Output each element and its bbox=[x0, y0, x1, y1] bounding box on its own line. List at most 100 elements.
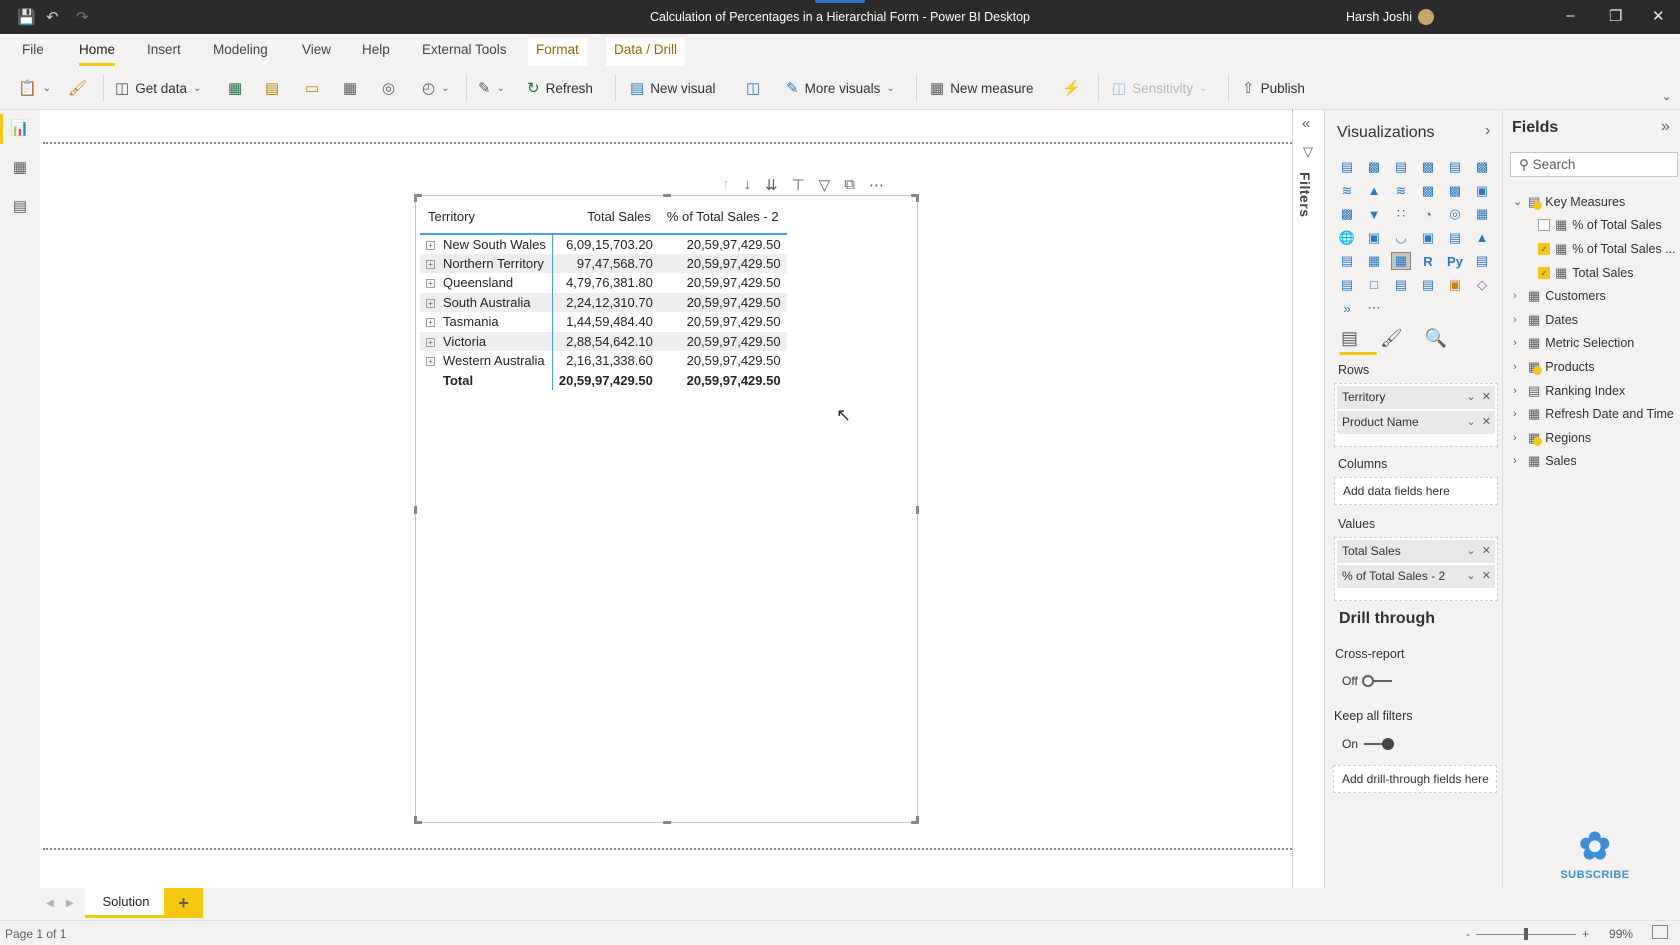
close-icon[interactable]: ✕ bbox=[1652, 7, 1665, 25]
cross-report-toggle[interactable]: Off bbox=[1342, 674, 1392, 688]
chevron-right-icon[interactable]: › bbox=[1513, 361, 1523, 373]
table-item[interactable]: › ▦ Dates bbox=[1513, 308, 1676, 332]
chevron-right-icon[interactable]: › bbox=[1513, 455, 1523, 467]
expand-hierarchy-icon[interactable]: ⊤ bbox=[792, 176, 805, 194]
field-checkbox[interactable]: ✓ bbox=[1538, 266, 1550, 279]
refresh-button[interactable]: ↻ Refresh bbox=[527, 77, 593, 99]
clustered-bar-chart-icon[interactable]: ▤ bbox=[1391, 158, 1411, 176]
ribbon-chart-icon[interactable]: ▣ bbox=[1472, 182, 1492, 200]
expand-icon[interactable]: + bbox=[426, 240, 435, 250]
power-automate-icon[interactable]: ◇ bbox=[1472, 276, 1492, 294]
page-tab-solution[interactable]: Solution bbox=[85, 888, 167, 918]
restore-icon[interactable]: ❐ bbox=[1609, 7, 1622, 25]
table-item[interactable]: › ▦ Sales bbox=[1513, 450, 1676, 474]
table-item[interactable]: › ▦ Metric Selection bbox=[1513, 332, 1676, 356]
report-view-icon[interactable]: 📊 bbox=[10, 119, 30, 139]
chevron-down-icon[interactable]: ⌄ bbox=[1466, 570, 1475, 582]
power-apps-icon[interactable]: ▣ bbox=[1445, 276, 1465, 294]
100-stacked-column-chart-icon[interactable]: ▩ bbox=[1472, 158, 1492, 176]
filters-pane[interactable]: « ▽ Filters bbox=[1292, 110, 1324, 888]
expand-icon[interactable]: + bbox=[426, 298, 435, 308]
column-header-territory[interactable]: Territory bbox=[420, 200, 553, 235]
values-well[interactable]: Total Sales ⌄ ✕ % of Total Sales - 2 ⌄ ✕ bbox=[1334, 537, 1498, 601]
qa-icon[interactable]: □ bbox=[1364, 276, 1384, 294]
table-item[interactable]: › ▦ Customers bbox=[1513, 284, 1676, 308]
more-visuals-button[interactable]: ✎ More visuals ⌄ bbox=[786, 77, 895, 99]
area-chart-icon[interactable]: ▲ bbox=[1364, 182, 1384, 200]
menu-format[interactable]: Format bbox=[528, 38, 587, 66]
new-visual-button[interactable]: ▤ New visual bbox=[630, 77, 715, 99]
menu-help[interactable]: Help bbox=[362, 42, 390, 57]
stacked-area-chart-icon[interactable]: ≋ bbox=[1391, 182, 1411, 200]
column-header-pct-total-sales[interactable]: % of Total Sales - 2 bbox=[658, 200, 787, 235]
drill-through-well[interactable]: Add drill-through fields here bbox=[1333, 765, 1497, 793]
collapse-visualizations-icon[interactable]: › bbox=[1485, 122, 1490, 140]
drill-up-icon[interactable]: ↑ bbox=[722, 176, 730, 194]
table-key-measures[interactable]: ⌄ ▤Key Measures bbox=[1513, 190, 1676, 214]
card-icon[interactable]: ▣ bbox=[1418, 229, 1438, 247]
expand-icon[interactable]: + bbox=[426, 337, 435, 347]
table-item[interactable]: › ▦Regions bbox=[1513, 426, 1676, 450]
chevron-right-icon[interactable]: › bbox=[1513, 337, 1523, 349]
resize-handle[interactable] bbox=[916, 506, 919, 514]
remove-icon[interactable]: ✕ bbox=[1482, 391, 1491, 403]
menu-modeling[interactable]: Modeling bbox=[213, 42, 268, 57]
data-view-icon[interactable]: ▦ bbox=[10, 158, 30, 178]
publish-button[interactable]: ⇧ Publish bbox=[1242, 77, 1305, 99]
values-field[interactable]: % of Total Sales - 2 ⌄ ✕ bbox=[1337, 565, 1495, 588]
rows-field[interactable]: Product Name ⌄ ✕ bbox=[1337, 411, 1495, 434]
funnel-icon[interactable]: ▼ bbox=[1364, 205, 1384, 223]
resize-handle[interactable] bbox=[414, 506, 417, 514]
expand-icon[interactable]: + bbox=[426, 259, 435, 269]
menu-external-tools[interactable]: External Tools bbox=[422, 42, 507, 57]
donut-chart-icon[interactable]: ◎ bbox=[1445, 205, 1465, 223]
measure-item[interactable]: ▦ % of Total Sales bbox=[1513, 214, 1676, 238]
collapse-fields-icon[interactable]: » bbox=[1661, 118, 1670, 136]
expand-icon[interactable]: + bbox=[426, 357, 435, 367]
collapse-filters-icon[interactable]: « bbox=[1302, 115, 1310, 132]
avatar[interactable] bbox=[1418, 9, 1434, 25]
rows-well[interactable]: Territory ⌄ ✕ Product Name ⌄ ✕ bbox=[1334, 383, 1498, 447]
kpi-icon[interactable]: ▲ bbox=[1472, 229, 1492, 247]
multi-row-card-icon[interactable]: ▤ bbox=[1445, 229, 1465, 247]
text-box-button[interactable]: ◫ bbox=[746, 77, 760, 99]
chevron-right-icon[interactable]: › bbox=[1513, 432, 1523, 444]
enter-data-button[interactable]: ▦ bbox=[343, 77, 357, 99]
dataset-button[interactable]: ▤ bbox=[265, 77, 279, 99]
decomposition-tree-icon[interactable]: ▤ bbox=[1337, 276, 1357, 294]
map-icon[interactable]: 🌐 bbox=[1337, 229, 1357, 247]
r-visual-icon[interactable]: R bbox=[1418, 252, 1438, 270]
slicer-icon[interactable]: ▤ bbox=[1337, 252, 1357, 270]
columns-well[interactable]: Add data fields here bbox=[1334, 477, 1498, 505]
chevron-right-icon[interactable]: › bbox=[1513, 314, 1523, 326]
minimize-icon[interactable]: – bbox=[1566, 7, 1574, 24]
chevron-down-icon[interactable]: ⌄ bbox=[1466, 545, 1475, 557]
next-level-icon[interactable]: ⇊ bbox=[765, 176, 778, 194]
user-name[interactable]: Harsh Joshi bbox=[1346, 10, 1412, 24]
table-item[interactable]: › ▦ Refresh Date and Time bbox=[1513, 402, 1676, 426]
expand-icon[interactable]: + bbox=[426, 318, 435, 328]
resize-handle[interactable] bbox=[663, 821, 671, 824]
gauge-icon[interactable]: ◡ bbox=[1391, 229, 1411, 247]
filled-map-icon[interactable]: ▣ bbox=[1364, 229, 1384, 247]
dataverse-button[interactable]: ◎ bbox=[382, 77, 395, 99]
column-header-total-sales[interactable]: Total Sales bbox=[552, 200, 659, 235]
chevron-down-icon[interactable]: ⌄ bbox=[1466, 416, 1475, 428]
focus-mode-icon[interactable]: ⧉ bbox=[844, 176, 855, 194]
get-data-button[interactable]: ◫ Get data ⌄ bbox=[115, 77, 201, 99]
custom-visual-icon[interactable]: » bbox=[1337, 299, 1357, 317]
get-more-visuals-icon[interactable]: ⋯ bbox=[1364, 299, 1384, 317]
waterfall-chart-icon[interactable]: ▩ bbox=[1337, 205, 1357, 223]
zoom-in-button[interactable]: + bbox=[1582, 927, 1589, 941]
chevron-right-icon[interactable]: › bbox=[1513, 385, 1523, 397]
drill-down-icon[interactable]: ↓ bbox=[744, 176, 752, 194]
recent-sources-button[interactable]: ◴ ⌄ bbox=[422, 77, 449, 99]
field-checkbox[interactable] bbox=[1538, 219, 1550, 232]
more-options-icon[interactable]: ⋯ bbox=[869, 176, 884, 194]
expand-icon[interactable]: + bbox=[426, 279, 435, 289]
pie-chart-icon[interactable]: ◔ bbox=[1418, 205, 1438, 223]
resize-handle[interactable] bbox=[414, 816, 422, 824]
fit-to-page-icon[interactable] bbox=[1652, 925, 1668, 939]
paste-button[interactable]: 📋 ⌄ bbox=[18, 77, 51, 99]
zoom-out-button[interactable]: - bbox=[1466, 927, 1470, 941]
